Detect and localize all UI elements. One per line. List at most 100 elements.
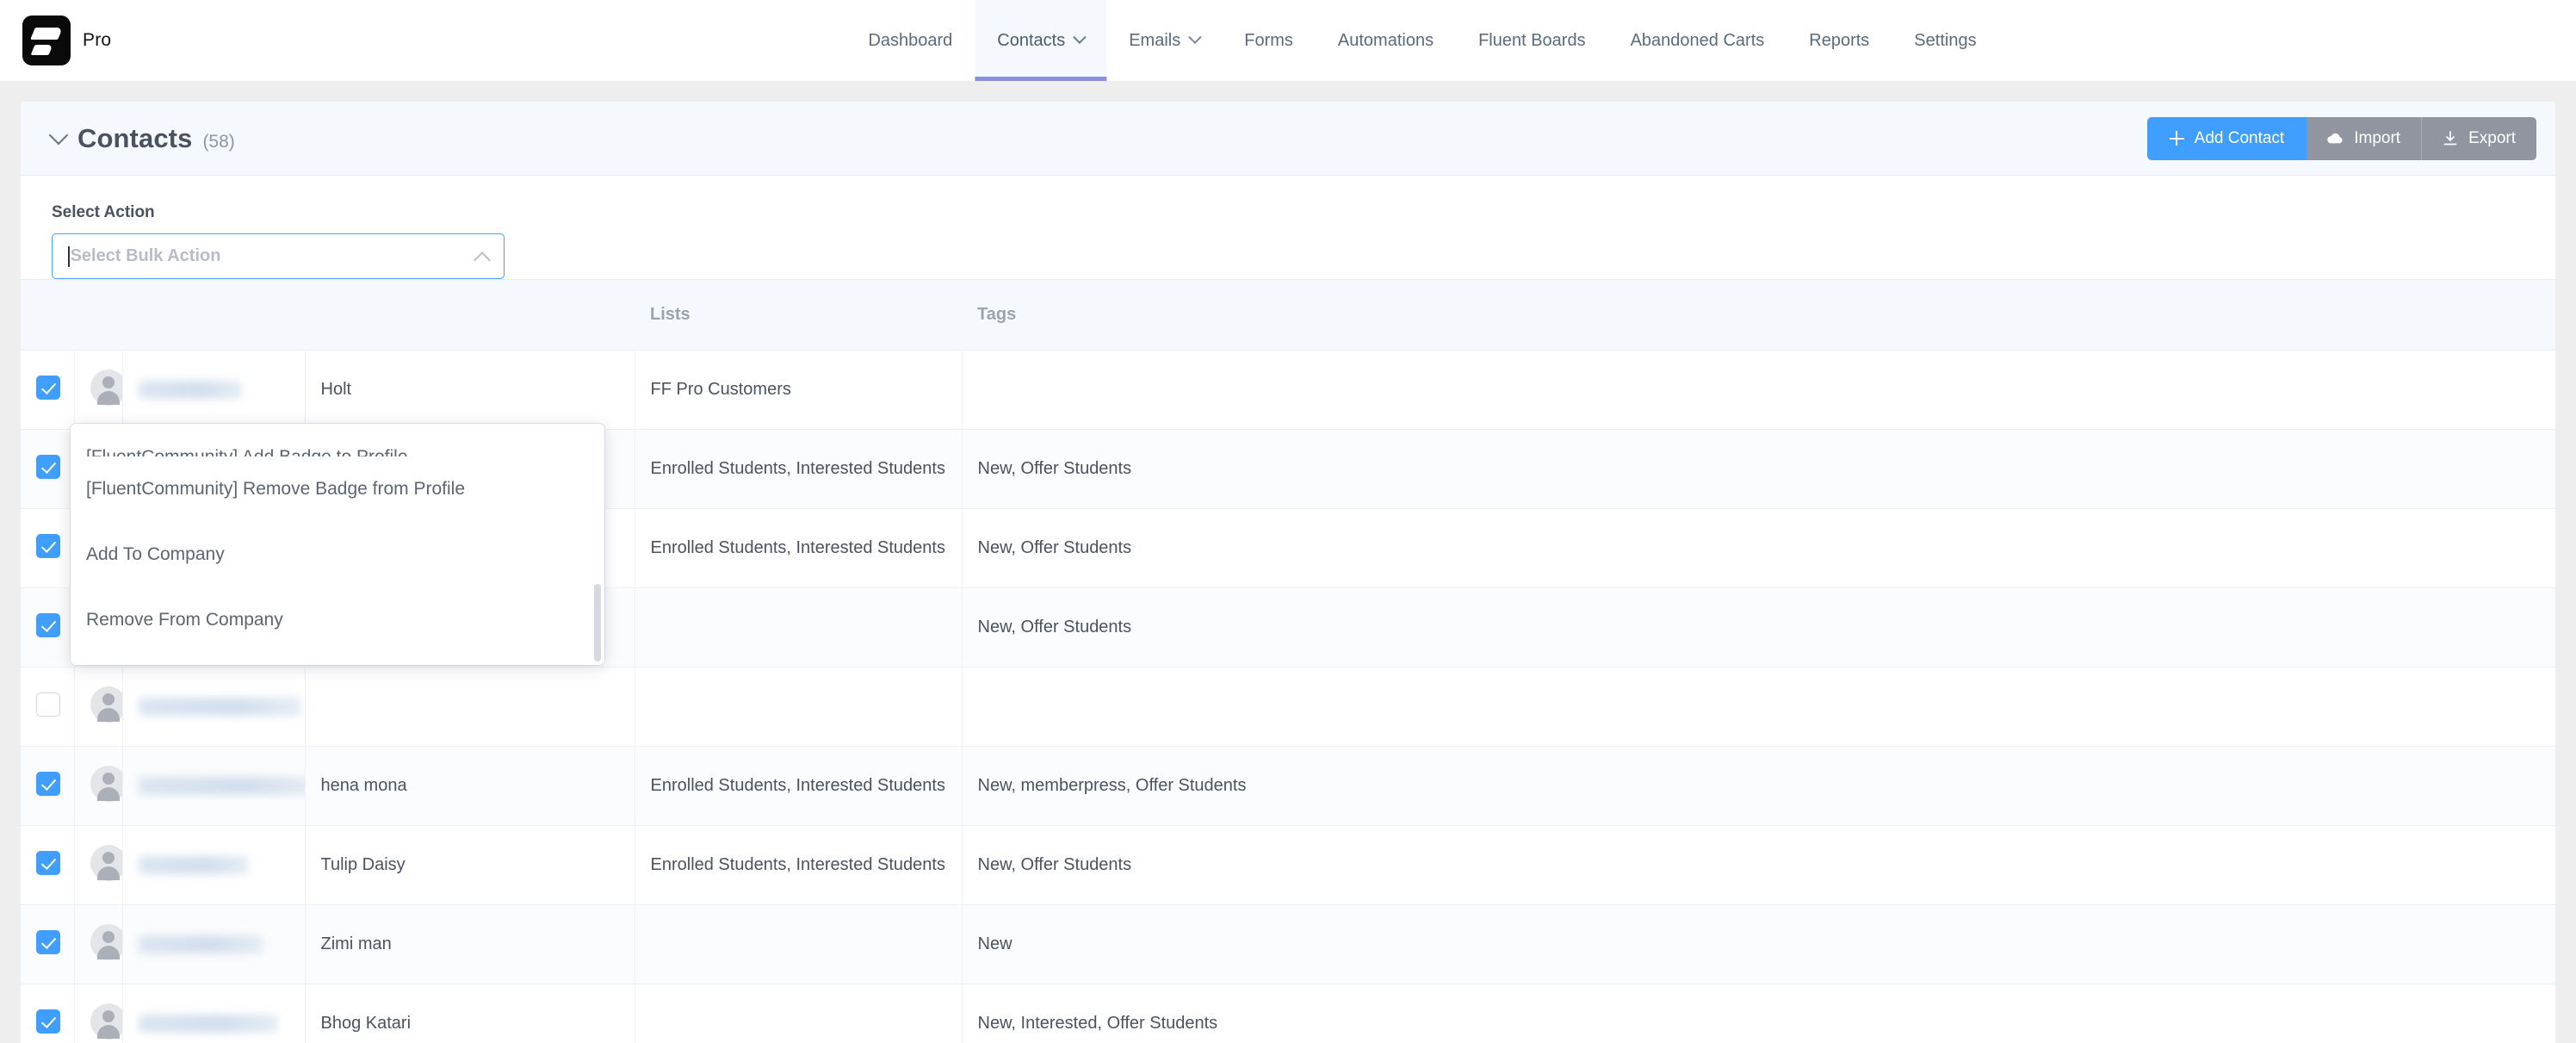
avatar [90, 923, 121, 960]
row-checkbox[interactable] [36, 692, 60, 717]
dropdown-option-label: [FluentCommunity] Add Badge to Profile [86, 447, 408, 456]
row-email-cell [122, 746, 306, 826]
redacted-email [138, 935, 263, 953]
row-checkbox[interactable] [36, 929, 60, 954]
row-checkbox-cell [21, 984, 75, 1043]
chevron-down-icon [1072, 29, 1087, 44]
row-checkbox[interactable] [36, 771, 60, 796]
row-lists-cell: Enrolled Students, Interested Students [635, 746, 963, 826]
nav-item-label: Emails [1129, 30, 1181, 50]
dropdown-option[interactable]: [FluentCommunity] Add Badge to Profile [71, 424, 604, 456]
bulk-action-dropdown[interactable]: [FluentCommunity] Add Badge to Profile [F… [71, 424, 604, 665]
row-avatar-cell [74, 825, 123, 905]
dropdown-option[interactable]: Remove From Company [71, 587, 604, 653]
avatar [90, 686, 121, 723]
row-name-cell: hena mona [305, 746, 635, 826]
text-caret [68, 245, 70, 267]
row-name-cell: Holt [305, 350, 635, 430]
row-checkbox[interactable] [36, 375, 60, 400]
table-row[interactable]: Bhog Katari New, Interested, Offer Studen… [21, 984, 2555, 1043]
row-checkbox[interactable] [36, 850, 60, 875]
row-email-cell [122, 825, 306, 905]
table-row[interactable]: Tulip Daisy Enrolled Students, Interested… [21, 825, 2555, 905]
add-contact-button[interactable]: Add Contact [2146, 116, 2307, 160]
nav-item-abandoned-carts[interactable]: Abandoned Carts [1608, 0, 1787, 81]
row-tags-cell: New, Offer Students [962, 825, 2555, 905]
row-checkbox[interactable] [36, 533, 60, 558]
row-checkbox[interactable] [36, 454, 60, 479]
nav-item-label: Abandoned Carts [1630, 30, 1765, 50]
nav-item-automations[interactable]: Automations [1316, 0, 1456, 81]
download-icon [2443, 130, 2457, 145]
nav-item-label: Fluent Boards [1478, 30, 1586, 50]
nav-item-settings[interactable]: Settings [1892, 0, 1998, 81]
row-tags-cell: New, memberpress, Offer Students [962, 746, 2555, 826]
row-avatar-cell [74, 746, 123, 826]
dropdown-option[interactable]: Send Double Optin To Pending Contacts [71, 653, 604, 665]
row-checkbox[interactable] [36, 1009, 60, 1034]
avatar [90, 1003, 121, 1040]
row-tags-cell [962, 667, 2555, 747]
export-button[interactable]: Export [2422, 116, 2536, 160]
col-select-all[interactable] [21, 279, 74, 351]
chevron-down-icon [1187, 29, 1202, 44]
row-avatar-cell [74, 350, 123, 430]
dropdown-scrollbar-thumb[interactable] [594, 584, 601, 661]
chevron-up-icon[interactable] [474, 251, 491, 269]
row-tags-cell: New, Interested, Offer Students [962, 984, 2555, 1043]
import-label: Import [2354, 128, 2401, 147]
export-label: Export [2468, 128, 2516, 147]
row-avatar-cell [74, 984, 123, 1043]
contacts-card-header: Contacts (58) Add Contact Import Export [21, 102, 2555, 176]
nav-item-label: Settings [1914, 30, 1977, 50]
nav-item-label: Automations [1337, 30, 1434, 50]
row-tags-cell [962, 350, 2555, 430]
nav-item-reports[interactable]: Reports [1786, 0, 1892, 81]
table-row[interactable]: Holt FF Pro Customers [21, 350, 2555, 430]
table-row[interactable]: Zimi man New [21, 904, 2555, 984]
bulk-action-select[interactable]: Select Bulk Action [52, 233, 505, 279]
table-row[interactable]: hena mona Enrolled Students, Interested S… [21, 746, 2555, 826]
redacted-email [138, 1015, 277, 1033]
row-lists-cell [635, 587, 963, 667]
redacted-email [138, 698, 300, 716]
col-tags: Tags [962, 279, 2555, 351]
import-button[interactable]: Import [2307, 116, 2423, 160]
top-navigation-bar: Pro Dashboard Contacts Emails Forms Automati… [0, 0, 2576, 81]
avatar [90, 369, 121, 406]
dropdown-option-label: [FluentCommunity] Remove Badge from Prof… [86, 479, 466, 499]
row-lists-cell: Enrolled Students, Interested Students [635, 429, 963, 509]
bulk-action-placeholder: Select Bulk Action [70, 246, 221, 265]
row-checkbox-cell [21, 746, 75, 826]
row-tags-cell: New, Offer Students [962, 587, 2555, 667]
nav-item-dashboard[interactable]: Dashboard [845, 0, 975, 81]
row-name-cell: Zimi man [305, 904, 635, 984]
nav-item-label: Dashboard [868, 30, 953, 50]
row-lists-cell [635, 904, 963, 984]
dropdown-option[interactable]: Add To Company [71, 522, 604, 587]
nav-item-fluent-boards[interactable]: Fluent Boards [1456, 0, 1608, 81]
row-lists-cell: Enrolled Students, Interested Students [635, 825, 963, 905]
bulk-action-dropdown-list: [FluentCommunity] Add Badge to Profile [F… [71, 424, 604, 665]
brand: Pro [0, 16, 111, 65]
collapse-chevron-down-icon[interactable] [48, 125, 69, 145]
row-checkbox-cell [21, 350, 75, 430]
dropdown-option-label: Remove From Company [86, 610, 283, 630]
dropdown-option[interactable]: [FluentCommunity] Remove Badge from Prof… [71, 456, 604, 522]
nav-item-forms[interactable]: Forms [1222, 0, 1316, 81]
row-checkbox[interactable] [36, 612, 60, 637]
row-checkbox-cell [21, 904, 75, 984]
row-checkbox-cell [21, 429, 75, 509]
row-checkbox-cell [21, 667, 75, 747]
row-lists-cell [635, 984, 963, 1043]
nav-item-emails[interactable]: Emails [1106, 0, 1222, 81]
redacted-email [138, 777, 304, 795]
nav-item-contacts[interactable]: Contacts [975, 0, 1107, 81]
page-title-text: Contacts [77, 122, 193, 153]
row-email-cell [122, 350, 306, 430]
select-action-label: Select Action [52, 203, 155, 221]
table-row[interactable] [21, 667, 2555, 747]
page-body: Contacts (58) Add Contact Import Export … [0, 81, 2576, 1043]
row-avatar-cell [74, 904, 123, 984]
fluent-logo-icon [22, 16, 71, 65]
